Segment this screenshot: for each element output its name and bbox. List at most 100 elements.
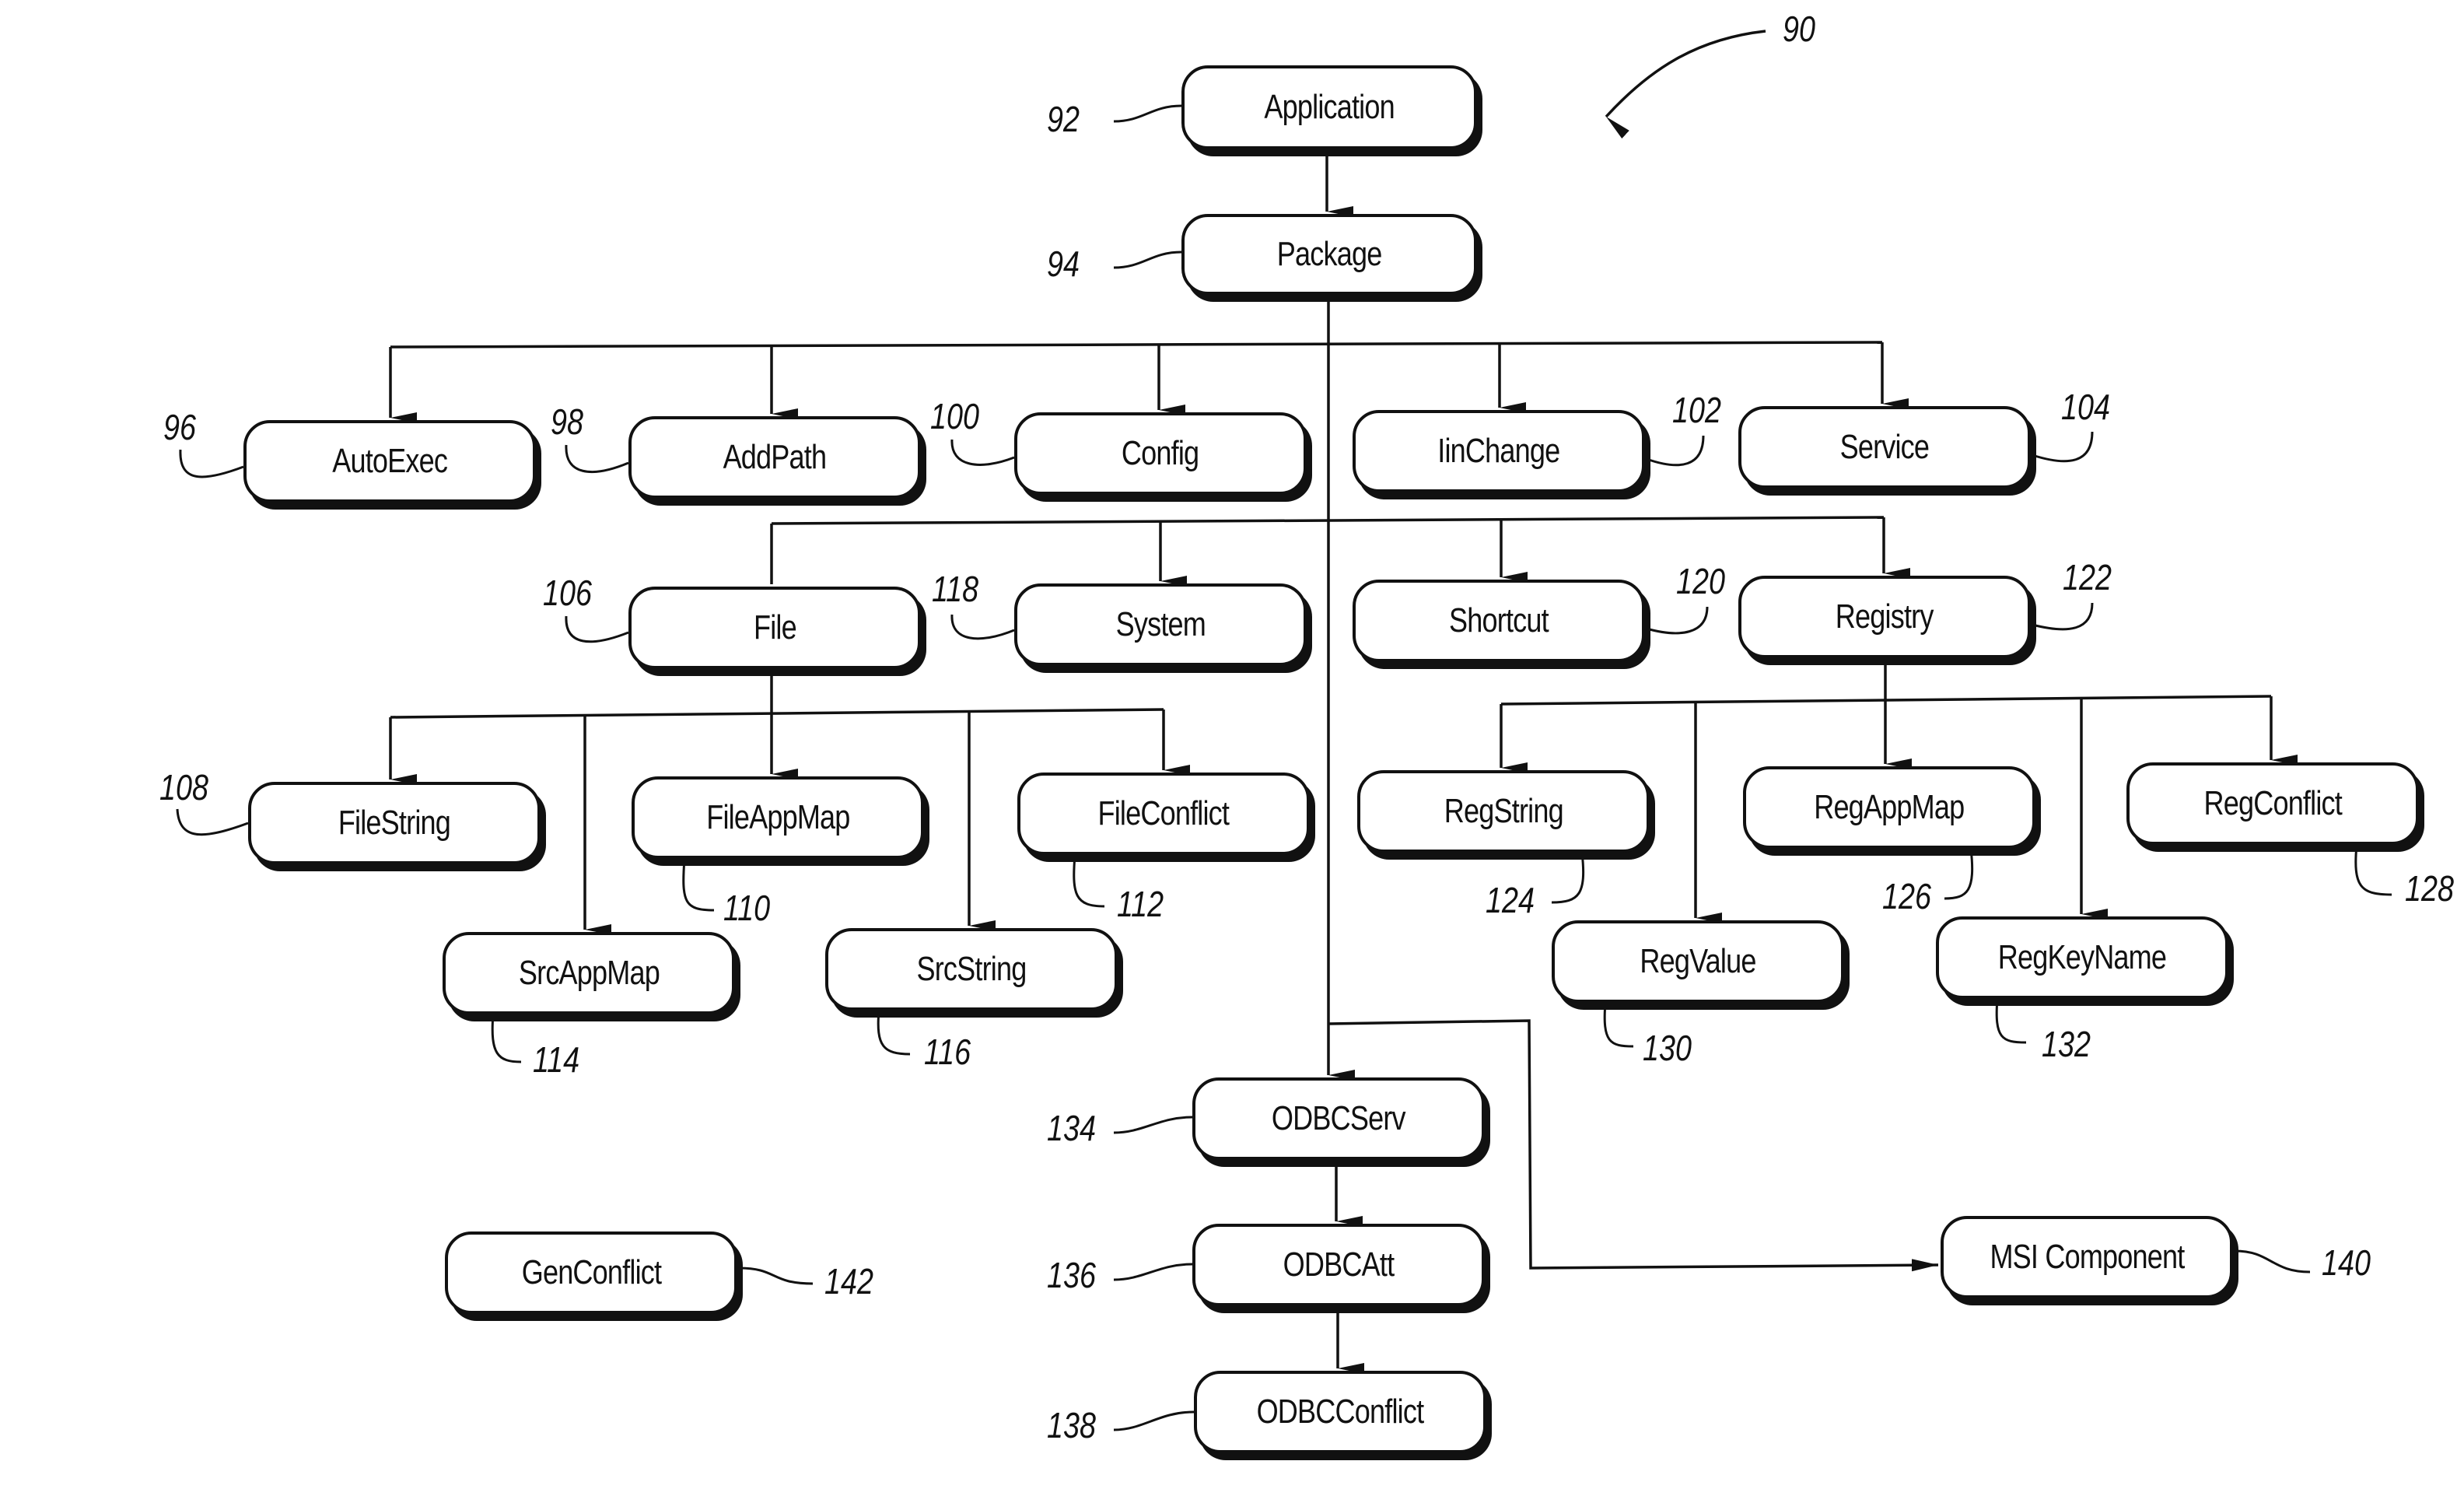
ref-label-odbcatt: 136 (1047, 1255, 1096, 1295)
node-srcappmap: SrcAppMap (443, 932, 735, 1014)
node-label: SrcString (916, 950, 1027, 988)
node-odbcatt: ODBCAtt (1192, 1224, 1485, 1306)
node-autoexec: AutoExec (243, 420, 536, 503)
ref-label-msicomponent: 140 (2322, 1242, 2371, 1283)
node-odbcconflict: ODBCConflict (1194, 1371, 1486, 1453)
leader-addpath (565, 444, 629, 473)
node-regstring: RegString (1357, 770, 1650, 853)
node-label: SrcAppMap (518, 954, 660, 992)
ref-label-service: 104 (2061, 387, 2110, 427)
node-label: ODBCServ (1272, 1099, 1406, 1137)
node-application: Application (1181, 65, 1477, 149)
ref-label-fileappmap: 110 (723, 888, 771, 928)
leader-fileappmap (682, 858, 715, 912)
leader-genconflict (738, 1267, 814, 1285)
leader-system (950, 614, 1015, 640)
leader-autoexec (179, 449, 244, 478)
leader-regstring (1551, 852, 1585, 904)
node-label: AddPath (723, 438, 828, 476)
node-genconflict: GenConflict (445, 1231, 737, 1314)
diagram-canvas: Application Package AutoExec AddPath Con… (0, 0, 2464, 1489)
node-addpath: AddPath (628, 416, 921, 499)
ref-label-figure: 90 (1783, 9, 1815, 49)
leader-srcstring (877, 1010, 911, 1056)
node-regkeyname: RegKeyName (1936, 916, 2228, 999)
node-label: Registry (1836, 597, 1934, 636)
ref-label-odbcserv: 134 (1047, 1108, 1096, 1148)
node-label: Package (1276, 235, 1382, 273)
leader-config (950, 439, 1015, 466)
leader-regconflict (2354, 844, 2392, 896)
ref-label-regstring: 124 (1486, 880, 1535, 920)
ref-label-genconflict: 142 (824, 1261, 873, 1302)
leader-application (1113, 104, 1182, 123)
node-filestring: FileString (248, 782, 541, 864)
node-label: ODBCAtt (1283, 1246, 1395, 1284)
node-label: FileString (338, 804, 451, 842)
leader-regappmap (1944, 848, 1974, 900)
node-label: Config (1122, 434, 1199, 472)
ref-label-srcappmap: 114 (533, 1039, 580, 1080)
node-label: System (1115, 605, 1206, 643)
ref-label-iinchange: 102 (1672, 390, 1721, 430)
leader-msicomponent (2234, 1249, 2311, 1274)
node-config: Config (1014, 412, 1307, 495)
node-package: Package (1181, 214, 1477, 295)
leader-fileconflict (1073, 854, 1105, 908)
node-fileconflict: FileConflict (1017, 773, 1310, 855)
node-label: MSI Component (1989, 1238, 2185, 1276)
ref-label-system: 118 (932, 569, 979, 609)
leader-filestring (176, 808, 249, 836)
node-label: RegAppMap (1814, 788, 1965, 826)
leader-srcappmap (491, 1014, 522, 1063)
node-label: RegString (1444, 792, 1563, 830)
node-regappmap: RegAppMap (1743, 766, 2035, 849)
node-label: IinChange (1437, 432, 1560, 470)
node-label: RegConflict (2203, 784, 2342, 822)
ref-label-autoexec: 96 (163, 407, 196, 447)
ref-label-regappmap: 126 (1882, 876, 1931, 916)
node-regvalue: RegValue (1552, 920, 1844, 1003)
node-label: File (753, 608, 797, 646)
node-system: System (1014, 583, 1307, 666)
leader-service (2032, 431, 2094, 463)
leader-odbcconflict (1113, 1410, 1195, 1431)
node-label: RegKeyName (1997, 938, 2167, 976)
ref-label-application: 92 (1047, 99, 1080, 139)
ref-label-regconflict: 128 (2405, 868, 2454, 909)
ref-label-addpath: 98 (551, 401, 583, 442)
node-label: FileConflict (1097, 794, 1230, 832)
ref-label-regvalue: 130 (1643, 1028, 1692, 1068)
node-shortcut: Shortcut (1353, 580, 1645, 662)
node-service: Service (1738, 406, 2031, 489)
leader-regkeyname (1995, 998, 2027, 1044)
leader-registry (2032, 602, 2094, 631)
bus-row1 (390, 341, 1883, 349)
node-label: GenConflict (521, 1253, 661, 1291)
leader-shortcut (1646, 606, 1709, 635)
node-label: Shortcut (1449, 601, 1549, 639)
ref-label-package: 94 (1047, 243, 1080, 284)
leader-iinchange (1646, 435, 1705, 467)
node-file: File (628, 587, 921, 669)
node-msicomponent: MSI Component (1941, 1216, 2233, 1298)
node-label: AutoExec (332, 442, 448, 480)
ref-label-fileconflict: 112 (1117, 884, 1164, 924)
node-label: ODBCConflict (1256, 1393, 1425, 1431)
leader-file (565, 615, 629, 643)
bus-file (390, 708, 1164, 719)
ref-label-file: 106 (543, 573, 592, 613)
ref-label-odbcconflict: 138 (1047, 1405, 1096, 1445)
leader-package (1113, 251, 1182, 269)
leader-odbcatt (1113, 1263, 1193, 1281)
node-label: Application (1264, 88, 1395, 126)
node-label: FileAppMap (705, 798, 850, 836)
ref-label-registry: 122 (2063, 557, 2112, 597)
node-label: RegValue (1640, 942, 1756, 980)
leader-regvalue (1603, 1002, 1634, 1048)
leader-odbcserv (1113, 1116, 1193, 1134)
ref-label-config: 100 (930, 396, 979, 436)
node-registry: Registry (1738, 576, 2031, 658)
node-label: Service (1839, 428, 1930, 466)
ref-label-srcstring: 116 (924, 1032, 971, 1072)
